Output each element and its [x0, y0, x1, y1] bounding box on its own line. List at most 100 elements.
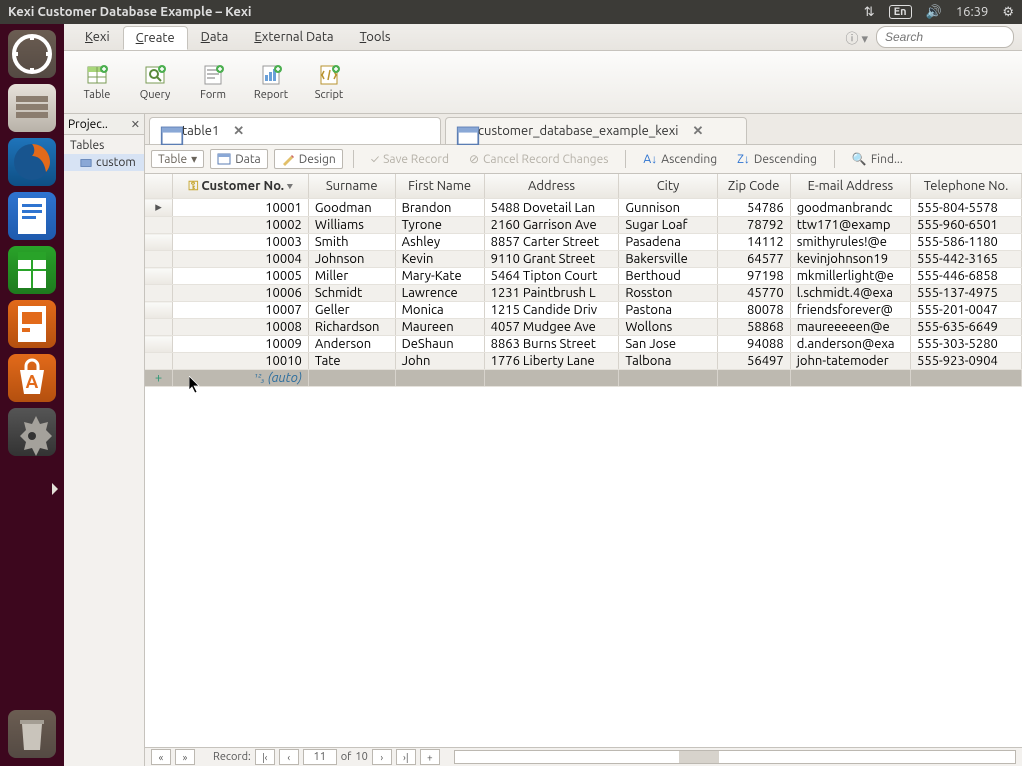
cell[interactable]: Anderson — [308, 336, 395, 353]
clock[interactable]: 16:39 — [956, 5, 989, 19]
cell[interactable]: 555-804-5578 — [911, 199, 1022, 217]
launcher-impress[interactable] — [8, 300, 56, 348]
empty-cell[interactable] — [484, 370, 619, 387]
cell[interactable]: 97198 — [717, 268, 790, 285]
cell[interactable]: john-tatemoder — [790, 353, 910, 370]
cell[interactable]: 8863 Burns Street — [484, 336, 619, 353]
cell[interactable]: John — [395, 353, 484, 370]
cell[interactable]: kevinjohnson19 — [790, 251, 910, 268]
cell[interactable]: 10001 — [172, 199, 308, 217]
launcher-firefox[interactable] — [8, 138, 56, 186]
row-header[interactable] — [145, 336, 172, 353]
cell[interactable]: Schmidt — [308, 285, 395, 302]
navigator-close-icon[interactable]: ✕ — [131, 118, 140, 131]
new-record-row[interactable]: +¹²₃ (auto) — [145, 370, 1022, 387]
launcher-dash[interactable] — [8, 30, 56, 78]
cell[interactable]: 8857 Carter Street — [484, 234, 619, 251]
cell[interactable]: 10005 — [172, 268, 308, 285]
cell[interactable]: 10010 — [172, 353, 308, 370]
cell[interactable]: 555-635-6649 — [911, 319, 1022, 336]
cell[interactable]: 45770 — [717, 285, 790, 302]
column-header-5[interactable]: Zip Code — [717, 174, 790, 199]
cell[interactable]: 9110 Grant Street — [484, 251, 619, 268]
cell[interactable]: Johnson — [308, 251, 395, 268]
cell[interactable]: Gunnison — [619, 199, 717, 217]
keyboard-indicator[interactable]: En — [889, 5, 912, 19]
table-row[interactable]: 10009AndersonDeShaun8863 Burns StreetSan… — [145, 336, 1022, 353]
cell[interactable]: DeShaun — [395, 336, 484, 353]
cell[interactable]: 5488 Dovetail Lan — [484, 199, 619, 217]
cell[interactable]: Richardson — [308, 319, 395, 336]
cell[interactable]: Sugar Loaf — [619, 217, 717, 234]
launcher-trash[interactable] — [8, 710, 56, 758]
cell[interactable]: Wollons — [619, 319, 717, 336]
cell[interactable]: 10006 — [172, 285, 308, 302]
next-record-button[interactable]: › — [372, 749, 392, 765]
nav-item-customers[interactable]: custom — [64, 154, 144, 171]
find-button[interactable]: 🔍 Find... — [845, 149, 910, 169]
cell[interactable]: 1231 Paintbrush L — [484, 285, 619, 302]
empty-cell[interactable] — [619, 370, 717, 387]
cell[interactable]: l.schmidt.4@exa — [790, 285, 910, 302]
cell[interactable]: 5464 Tipton Court — [484, 268, 619, 285]
network-icon[interactable]: ⇅ — [864, 5, 875, 20]
cell[interactable]: Tyrone — [395, 217, 484, 234]
cell[interactable]: Talbona — [619, 353, 717, 370]
row-header[interactable]: ▸ — [145, 199, 172, 217]
column-header-0[interactable]: ⚿ Customer No. ▾ — [172, 174, 308, 199]
data-grid[interactable]: ⚿ Customer No. ▾SurnameFirst NameAddress… — [145, 174, 1022, 747]
nav-collapse-icon[interactable]: » — [175, 749, 195, 765]
cell[interactable]: Monica — [395, 302, 484, 319]
ribbon-tab-kexi[interactable]: Kexi — [72, 25, 123, 49]
row-header[interactable] — [145, 353, 172, 370]
row-header[interactable] — [145, 217, 172, 234]
cell[interactable]: ttw171@examp — [790, 217, 910, 234]
new-row-indicator[interactable]: + — [145, 370, 172, 387]
column-header-7[interactable]: Telephone No. — [911, 174, 1022, 199]
cell[interactable]: 555-201-0047 — [911, 302, 1022, 319]
table-row[interactable]: 10002WilliamsTyrone2160 Garrison AveSuga… — [145, 217, 1022, 234]
view-mode-dropdown[interactable]: Table ▾ — [151, 150, 204, 168]
row-header[interactable] — [145, 251, 172, 268]
cell[interactable]: Geller — [308, 302, 395, 319]
cell[interactable]: 78792 — [717, 217, 790, 234]
cell[interactable]: Berthoud — [619, 268, 717, 285]
table-row[interactable]: 10007GellerMonica1215 Candide DrivPaston… — [145, 302, 1022, 319]
document-tab-1[interactable]: customer_database_example_kexi✕ — [445, 117, 747, 144]
table-row[interactable]: 10010TateJohn1776 Liberty LaneTalbona564… — [145, 353, 1022, 370]
ribbon-tab-external-data[interactable]: External Data — [241, 25, 346, 49]
column-header-2[interactable]: First Name — [395, 174, 484, 199]
cell[interactable]: Goodman — [308, 199, 395, 217]
cell[interactable]: 10003 — [172, 234, 308, 251]
cell[interactable]: 555-137-4975 — [911, 285, 1022, 302]
cell[interactable]: Brandon — [395, 199, 484, 217]
empty-cell[interactable] — [790, 370, 910, 387]
column-header-3[interactable]: Address — [484, 174, 619, 199]
table-row[interactable]: 10005MillerMary-Kate5464 Tipton CourtBer… — [145, 268, 1022, 285]
cell[interactable]: goodmanbrandc — [790, 199, 910, 217]
sort-ascending-button[interactable]: A↓ Ascending — [636, 149, 724, 169]
create-query-button[interactable]: Query — [130, 53, 180, 111]
cell[interactable]: 555-586-1180 — [911, 234, 1022, 251]
close-tab-icon[interactable]: ✕ — [233, 124, 244, 139]
cell[interactable]: Bakersville — [619, 251, 717, 268]
cell[interactable]: 2160 Garrison Ave — [484, 217, 619, 234]
launcher-calc[interactable] — [8, 246, 56, 294]
cell[interactable]: Pastona — [619, 302, 717, 319]
cell[interactable]: 14112 — [717, 234, 790, 251]
row-header[interactable] — [145, 302, 172, 319]
table-row[interactable]: 10006SchmidtLawrence1231 Paintbrush LRos… — [145, 285, 1022, 302]
cell[interactable]: 555-442-3165 — [911, 251, 1022, 268]
cell[interactable]: 54786 — [717, 199, 790, 217]
search-input[interactable] — [876, 26, 1014, 48]
cell[interactable]: 80078 — [717, 302, 790, 319]
cell[interactable]: d.anderson@exa — [790, 336, 910, 353]
data-view-button[interactable]: Data — [210, 149, 268, 169]
empty-cell[interactable] — [395, 370, 484, 387]
new-record-button[interactable]: + — [420, 749, 440, 765]
empty-cell[interactable] — [911, 370, 1022, 387]
document-tab-0[interactable]: table1✕ — [149, 117, 441, 144]
cell[interactable]: Kevin — [395, 251, 484, 268]
row-header[interactable] — [145, 234, 172, 251]
cell[interactable]: San Jose — [619, 336, 717, 353]
